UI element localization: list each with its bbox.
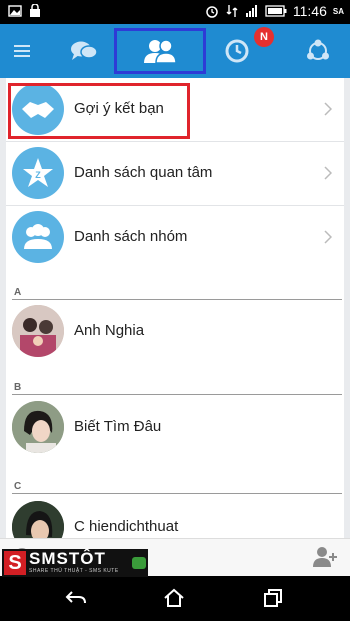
tab-menu[interactable] xyxy=(0,24,44,78)
star-icon: Z xyxy=(12,147,64,199)
highlight-box xyxy=(8,83,190,139)
app-tab-bar: N xyxy=(0,24,350,78)
signal-icon xyxy=(245,5,257,17)
avatar xyxy=(12,401,64,453)
system-nav-bar xyxy=(0,577,350,621)
tab-more[interactable] xyxy=(290,24,346,78)
data-icon xyxy=(226,5,238,17)
group-list-item[interactable]: Danh sách nhóm xyxy=(6,206,344,268)
item-label: Danh sách quan tâm xyxy=(74,164,213,181)
section-divider xyxy=(12,394,342,395)
avatar xyxy=(12,305,64,357)
contact-name: Anh Nghia xyxy=(74,322,145,339)
section-divider xyxy=(12,493,342,494)
logo-brand: SMSTÔT xyxy=(29,549,106,568)
clock-time: 11:46 xyxy=(292,3,327,19)
list-card: Gợi ý kết bạn Z Danh sách quan tâm Danh … xyxy=(6,78,344,538)
logo-decoration xyxy=(132,557,146,569)
carrier-label: SA xyxy=(332,6,344,16)
chevron-right-icon xyxy=(324,102,332,116)
contact-item[interactable]: Biết Tìm Đâu xyxy=(6,396,344,458)
battery-icon xyxy=(265,5,287,17)
image-icon xyxy=(8,5,22,17)
logo-mark: S xyxy=(4,551,26,575)
contact-item[interactable]: C hiendichthuat xyxy=(6,496,344,538)
share-icon xyxy=(307,39,329,60)
notification-badge: N xyxy=(254,27,274,47)
suggest-friends-item[interactable]: Gợi ý kết bạn xyxy=(6,78,344,140)
status-bar: 11:46 SA xyxy=(0,0,350,24)
logo-tagline: SHARE THỦ THUẬT - SMS KUTE xyxy=(29,568,119,574)
tab-highlight-box xyxy=(114,28,206,74)
recent-apps-icon[interactable] xyxy=(262,587,284,609)
lock-icon xyxy=(30,4,40,17)
menu-icon xyxy=(14,45,30,57)
section-header-a: A xyxy=(14,287,22,298)
home-icon[interactable] xyxy=(162,587,186,609)
add-contact-icon[interactable] xyxy=(312,545,338,569)
tab-contacts[interactable] xyxy=(114,24,206,78)
avatar xyxy=(12,501,64,538)
contact-name: C hiendichthuat xyxy=(74,518,179,535)
chat-icon xyxy=(71,41,98,60)
alarm-icon xyxy=(206,6,218,18)
section-header-c: C xyxy=(14,481,22,492)
chevron-right-icon xyxy=(324,166,332,180)
svg-text:Z: Z xyxy=(35,170,41,180)
contact-item[interactable]: Anh Nghia xyxy=(6,300,344,362)
favorites-list-item[interactable]: Z Danh sách quan tâm xyxy=(6,142,344,204)
tab-messages[interactable] xyxy=(56,24,112,78)
chevron-right-icon xyxy=(324,230,332,244)
contacts-list: Gợi ý kết bạn Z Danh sách quan tâm Danh … xyxy=(0,78,350,538)
group-icon xyxy=(12,211,64,263)
clock-icon xyxy=(225,39,249,63)
contact-name: Biết Tìm Đâu xyxy=(74,418,162,435)
back-icon[interactable] xyxy=(64,587,88,609)
section-header-b: B xyxy=(14,382,22,393)
item-label: Danh sách nhóm xyxy=(74,228,188,245)
watermark-logo: S SMSTÔT SHARE THỦ THUẬT - SMS KUTE xyxy=(2,549,148,577)
